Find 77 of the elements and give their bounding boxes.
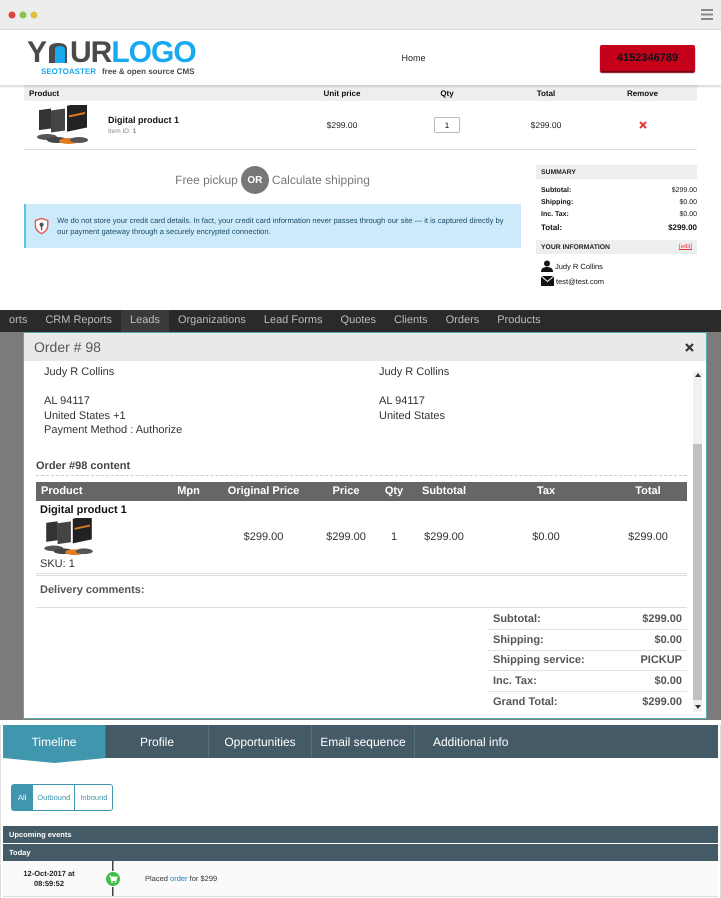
totals-label: Shipping: — [493, 634, 544, 646]
content-title: Order #98 content — [36, 460, 687, 476]
backdrop-nav-item[interactable]: Orders — [436, 310, 488, 332]
unit-price: $299.00 — [326, 120, 358, 130]
backdrop-nav-item[interactable]: Organizations — [168, 310, 255, 332]
table-cell-text: 1 — [390, 530, 398, 542]
delivery-comments-label: Delivery comments: — [40, 584, 145, 596]
backdrop-nav-item[interactable]: Quotes — [332, 310, 385, 332]
table-cell-text: $299.00 — [423, 530, 465, 542]
logo-brand: SEOTOASTER — [41, 67, 96, 76]
totals-label: Inc. Tax: — [493, 674, 537, 687]
product-name: Digital product 1 — [108, 115, 180, 125]
column-header: Unit price — [322, 88, 362, 98]
table-cell-text: $299.00 — [627, 530, 669, 542]
qty-field[interactable]: 1 — [434, 117, 460, 133]
column-header: Total — [634, 485, 662, 497]
address-line: AL 94117 — [44, 394, 91, 408]
column-header: Original Price — [226, 485, 300, 497]
product-sku: SKU: 1 — [40, 558, 76, 570]
tab[interactable]: Profile — [106, 725, 209, 758]
calculate-shipping-option[interactable]: Calculate shipping — [272, 173, 370, 187]
backdrop-nav-item[interactable]: Lead Forms — [254, 310, 332, 332]
column-header: Price — [332, 485, 360, 497]
totals-value: $299.00 — [642, 696, 682, 708]
column-header: Product — [28, 88, 60, 98]
totals-value: PICKUP — [640, 654, 682, 666]
column-header: Product — [40, 485, 84, 497]
tab[interactable]: Opportunities — [209, 725, 312, 758]
backdrop-nav-item[interactable]: orts — [0, 310, 36, 332]
column-header: Subtotal — [421, 485, 467, 497]
column-header: Qty — [384, 485, 404, 497]
scrollbar[interactable] — [693, 371, 702, 712]
envelope-icon — [541, 276, 554, 286]
person-icon — [541, 260, 553, 272]
backdrop-nav-item[interactable]: Clients — [385, 310, 437, 332]
tab[interactable]: Additional info — [415, 725, 526, 758]
backdrop-nav-item[interactable]: Products — [488, 310, 550, 332]
column-header: Tax — [536, 485, 556, 497]
cart-icon — [105, 870, 121, 886]
address-name: Judy R Collins — [44, 365, 116, 380]
tab[interactable]: Email sequence — [312, 725, 415, 758]
column-header: Remove — [626, 88, 660, 98]
address-line: United States — [379, 408, 446, 423]
nav-link[interactable]: Home — [401, 52, 426, 62]
totals-value: $299.00 — [642, 613, 682, 626]
column-header: Mpn — [176, 485, 201, 497]
menu-icon[interactable] — [701, 9, 713, 20]
table-cell-text: $299.00 — [325, 530, 367, 542]
scroll-down-icon[interactable] — [694, 705, 700, 709]
backdrop-nav-item[interactable]: Leads — [120, 310, 169, 332]
logo-text: LOGO — [111, 39, 196, 67]
totals-label: Shipping service: — [493, 654, 585, 666]
summary-value: $299.00 — [668, 222, 697, 234]
dialog-title: Order # 98 — [34, 339, 101, 355]
line-total: $299.00 — [530, 120, 562, 130]
free-pickup-option[interactable]: Free pickup — [175, 173, 238, 187]
column-header: Total — [536, 88, 556, 98]
totals-label: Grand Total: — [493, 696, 558, 708]
table-cell-text: $299.00 — [242, 530, 284, 542]
close-icon[interactable] — [685, 342, 694, 352]
scroll-up-icon[interactable] — [694, 373, 700, 377]
remove-icon[interactable] — [638, 121, 646, 129]
address-line: Payment Method : Authorize — [44, 423, 184, 438]
address-name: Judy R Collins — [379, 365, 450, 380]
address-line: AL 94117 — [379, 394, 426, 408]
column-header: Qty — [439, 88, 455, 98]
backdrop-nav-item[interactable]: CRM Reports — [36, 310, 121, 332]
table-cell-text: $0.00 — [531, 530, 561, 542]
logo-text: Y — [27, 39, 46, 67]
logo-text: UR — [70, 39, 112, 67]
totals-value: $0.00 — [654, 634, 682, 646]
totals-value: $0.00 — [654, 674, 682, 687]
totals-label: Subtotal: — [493, 613, 541, 626]
logo-tagline: free & open source CMS — [102, 67, 194, 76]
address-line: United States +1 — [44, 408, 127, 423]
summary-label: Total: — [541, 222, 562, 234]
product-name: Digital product 1 — [40, 504, 128, 516]
